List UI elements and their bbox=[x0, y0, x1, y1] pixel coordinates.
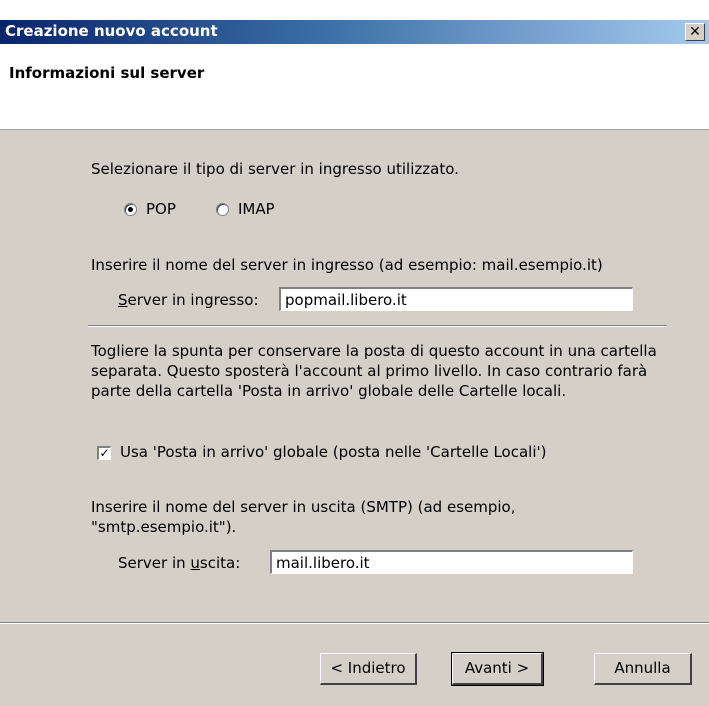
wizard-header: Informazioni sul server bbox=[0, 44, 709, 130]
server-type-prompt: Selezionare il tipo di server in ingress… bbox=[91, 160, 459, 178]
outgoing-server-label-after: scita: bbox=[199, 554, 241, 572]
incoming-server-label: Server in ingresso: bbox=[118, 291, 259, 309]
global-inbox-label[interactable]: Usa 'Posta in arrivo' globale (posta nel… bbox=[120, 443, 546, 461]
account-wizard-window: Creazione nuovo account ✕ Informazioni s… bbox=[0, 0, 709, 706]
close-icon: ✕ bbox=[689, 24, 701, 40]
outgoing-server-label-before: Server in bbox=[118, 554, 191, 572]
global-inbox-description: Togliere la spunta per conservare la pos… bbox=[91, 342, 657, 400]
incoming-server-label-rest: erver in ingresso: bbox=[127, 291, 259, 309]
window-title: Creazione nuovo account bbox=[5, 22, 218, 40]
radio-selected-dot bbox=[128, 207, 133, 212]
radio-pop-label[interactable]: POP bbox=[146, 200, 176, 218]
page-title: Informazioni sul server bbox=[9, 64, 205, 82]
incoming-server-label-mnemonic: S bbox=[118, 291, 128, 309]
outgoing-server-prompt: Inserire il nome del server in uscita (S… bbox=[91, 498, 516, 536]
incoming-server-prompt: Inserire il nome del server in ingresso … bbox=[91, 256, 603, 274]
radio-imap-label[interactable]: IMAP bbox=[238, 200, 275, 218]
top-strip bbox=[0, 0, 709, 20]
outgoing-server-label-mnemonic: u bbox=[190, 554, 200, 572]
radio-pop[interactable] bbox=[124, 203, 137, 216]
back-button[interactable]: < Indietro bbox=[320, 653, 417, 685]
wizard-content: Selezionare il tipo di server in ingress… bbox=[0, 130, 709, 620]
outgoing-server-input[interactable]: mail.libero.it bbox=[270, 550, 633, 574]
radio-imap[interactable] bbox=[216, 203, 229, 216]
global-inbox-checkbox[interactable]: ✓ bbox=[97, 446, 111, 460]
checkmark-icon: ✓ bbox=[99, 446, 110, 460]
incoming-server-input[interactable]: popmail.libero.it bbox=[279, 287, 633, 311]
outgoing-server-label: Server in uscita: bbox=[118, 554, 240, 572]
cancel-button[interactable]: Annulla bbox=[594, 653, 692, 685]
section-divider bbox=[88, 325, 667, 327]
close-button[interactable]: ✕ bbox=[685, 23, 705, 41]
next-button[interactable]: Avanti > bbox=[451, 652, 544, 686]
title-bar: Creazione nuovo account ✕ bbox=[0, 20, 709, 44]
footer-divider bbox=[0, 622, 709, 624]
